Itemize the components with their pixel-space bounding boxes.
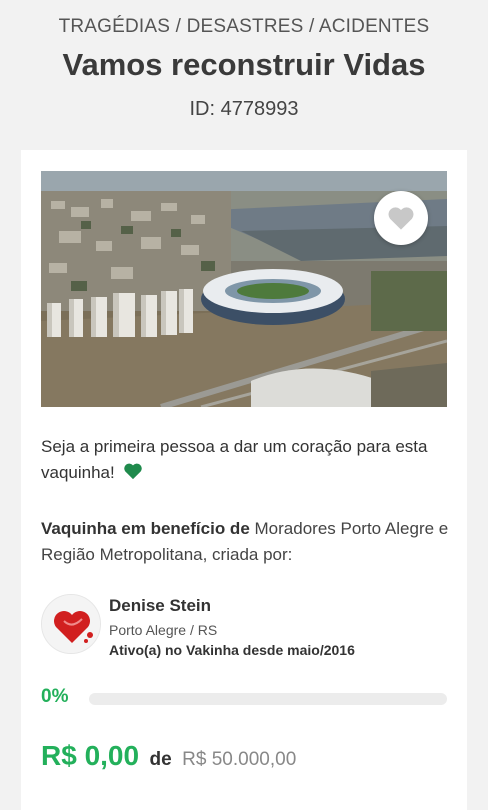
heart-message-text: Seja a primeira pessoa a dar um coração …	[41, 437, 428, 482]
creator-block: Denise Stein Porto Alegre / RS Ativo(a) …	[41, 592, 451, 658]
green-heart-icon	[123, 462, 143, 488]
progress-percent: 0%	[41, 686, 69, 707]
creator-location: Porto Alegre / RS	[109, 622, 218, 638]
progress-row: 0%	[41, 686, 451, 712]
page-title: Vamos reconstruir Vidas	[62, 47, 426, 82]
creator-active-since: Ativo(a) no Vakinha desde maio/2016	[109, 642, 355, 658]
campaign-card: Seja a primeira pessoa a dar um coração …	[21, 150, 467, 810]
avatar[interactable]	[41, 594, 101, 654]
beneficiary-label: Vaquinha em benefício de	[41, 519, 250, 538]
amount-row: R$ 0,00 de R$ 50.000,00	[41, 740, 451, 780]
raised-amount: R$ 0,00	[41, 740, 140, 771]
campaign-header: TRAGÉDIAS / DESASTRES / ACIDENTES Vamos …	[0, 0, 488, 122]
heart-message: Seja a primeira pessoa a dar um coração …	[41, 434, 451, 488]
campaign-id: ID: 4778993	[189, 98, 299, 120]
heart-icon	[388, 207, 414, 230]
progress-bar	[89, 693, 447, 705]
amount-connector: de	[149, 749, 172, 770]
goal-amount: R$ 50.000,00	[182, 749, 297, 770]
creator-name[interactable]: Denise Stein	[109, 596, 211, 616]
campaign-photo	[41, 171, 447, 407]
category-breadcrumb[interactable]: TRAGÉDIAS / DESASTRES / ACIDENTES	[0, 14, 488, 40]
beneficiary-info: Vaquinha em benefício de Moradores Porto…	[41, 516, 451, 568]
favorite-button[interactable]	[374, 191, 428, 245]
